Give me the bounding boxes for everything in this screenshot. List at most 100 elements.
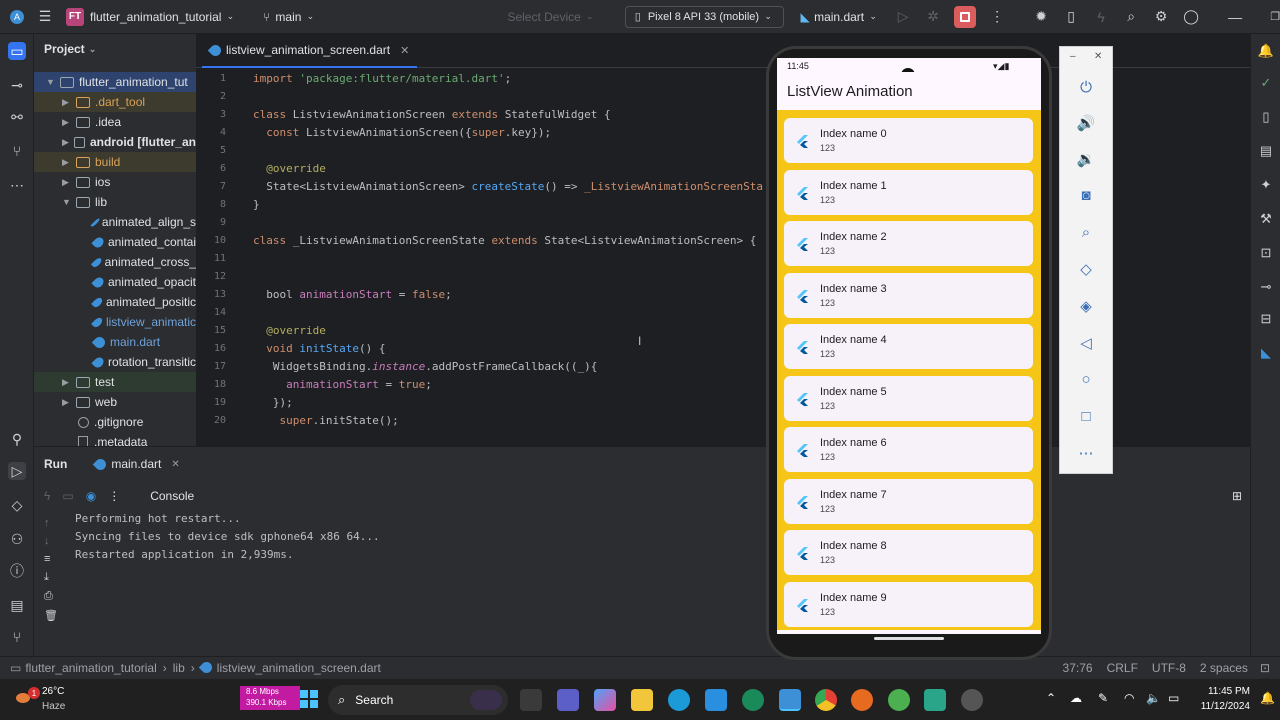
run-config-selector[interactable]: ◣ main.dart ⌄: [790, 0, 888, 34]
tree-item-file[interactable]: animated_align_s: [34, 212, 196, 232]
start-button[interactable]: [300, 690, 318, 708]
commit-icon[interactable]: ⊸: [8, 76, 26, 94]
list-item[interactable]: Index name 6 123: [784, 427, 1033, 472]
tree-item-ios[interactable]: ▶ ios: [34, 172, 196, 192]
tree-item-file[interactable]: animated_positic: [34, 292, 196, 312]
teams-icon[interactable]: [557, 689, 579, 711]
minimize-icon[interactable]: –: [1070, 51, 1076, 62]
version-control-icon[interactable]: ⑂: [8, 628, 26, 646]
debug-button[interactable]: ✲: [918, 0, 948, 34]
list-item[interactable]: Index name 0 123: [784, 118, 1033, 163]
file-encoding[interactable]: UTF-8: [1152, 661, 1186, 675]
volume-icon[interactable]: 🔈: [1146, 691, 1161, 705]
notification-bell-icon[interactable]: 🔔: [1260, 691, 1275, 705]
vscode-icon[interactable]: [705, 689, 727, 711]
structure-icon[interactable]: ⚯: [8, 108, 26, 126]
emulator-screen[interactable]: 11:45 ▾◢▮ ListView Animation Index name …: [777, 58, 1041, 634]
console-tab[interactable]: Console: [150, 489, 194, 503]
volume-down-icon[interactable]: 🔉: [1076, 149, 1096, 169]
volume-up-icon[interactable]: 🔊: [1076, 113, 1096, 133]
project-panel-header[interactable]: Project ⌄: [44, 42, 96, 56]
list-item[interactable]: Index name 1 123: [784, 170, 1033, 215]
line-ending[interactable]: CRLF: [1107, 661, 1138, 675]
settings-button[interactable]: ⚙: [1146, 0, 1176, 34]
tree-item-file[interactable]: listview_animatic: [34, 312, 196, 332]
device-manager-button[interactable]: ▯: [1056, 0, 1086, 34]
sparkle-icon[interactable]: ✦: [1257, 176, 1275, 194]
list-item[interactable]: Index name 7 123: [784, 479, 1033, 524]
layout-icon[interactable]: ⊞: [1232, 489, 1242, 503]
app-logo[interactable]: A: [0, 0, 30, 34]
more-tools-icon[interactable]: ⋯: [8, 176, 26, 194]
main-menu-button[interactable]: ☰: [30, 0, 60, 34]
minimize-button[interactable]: —: [1220, 0, 1250, 34]
breadcrumb-project[interactable]: flutter_animation_tutorial: [25, 661, 156, 675]
link-icon[interactable]: ⊸: [1257, 278, 1275, 296]
rotate-right-icon[interactable]: ◈: [1076, 296, 1096, 316]
tree-item-build[interactable]: ▶ build: [34, 152, 196, 172]
lightning-icon[interactable]: ϟ: [44, 489, 50, 503]
gem-icon[interactable]: ◇: [8, 496, 26, 514]
assistant-icon[interactable]: ▤: [1257, 142, 1275, 160]
editor-tab[interactable]: listview_animation_screen.dart ✕: [202, 34, 418, 68]
close-icon[interactable]: ✕: [400, 44, 409, 57]
run-button[interactable]: ▷: [888, 0, 918, 34]
branch-selector[interactable]: ⑂ main ⌄: [251, 0, 325, 34]
clock[interactable]: 11:45 PM 11/12/2024: [1190, 684, 1250, 714]
logcat-icon[interactable]: ⚇: [8, 530, 26, 548]
lock-icon[interactable]: ⊡: [1260, 661, 1270, 675]
tree-item-file[interactable]: main.dart: [34, 332, 196, 352]
run-tool-icon[interactable]: ▷: [8, 462, 26, 480]
tree-item-test[interactable]: ▶ test: [34, 372, 196, 392]
file-explorer-icon[interactable]: [631, 689, 653, 711]
run-panel-title[interactable]: Run: [44, 457, 67, 471]
upwork-icon[interactable]: [742, 689, 764, 711]
list-item[interactable]: Index name 4 123: [784, 324, 1033, 369]
tree-item-metadata[interactable]: .metadata: [34, 432, 196, 446]
close-icon[interactable]: ✕: [171, 459, 179, 470]
flutter-outline-icon[interactable]: ◣: [1257, 344, 1275, 362]
taskbar-search[interactable]: ⌕ Search: [328, 685, 508, 715]
network-speed-widget[interactable]: 8.6 Mbps 390.1 Kbps: [240, 686, 300, 710]
show-hidden-icons[interactable]: ⌃: [1046, 691, 1056, 705]
rotate-left-icon[interactable]: ◇: [1076, 259, 1096, 279]
list-item[interactable]: Index name 9 123: [784, 582, 1033, 627]
hot-reload-button[interactable]: ϟ: [1086, 0, 1116, 34]
project-selector[interactable]: FT flutter_animation_tutorial ⌄: [60, 0, 245, 34]
pull-requests-icon[interactable]: ⑂: [8, 142, 26, 160]
home-icon[interactable]: ○: [1076, 369, 1096, 389]
list-item[interactable]: Index name 8 123: [784, 530, 1033, 575]
device-selector[interactable]: ▯ Pixel 8 API 33 (mobile) ⌄: [624, 5, 785, 28]
app-icon[interactable]: [961, 689, 983, 711]
run-tab-label[interactable]: main.dart: [111, 457, 161, 471]
gesture-handle[interactable]: [874, 637, 944, 640]
layout-inspector-icon[interactable]: ⊡: [1257, 244, 1275, 262]
weather-icon[interactable]: 1: [14, 687, 40, 709]
breadcrumb-file[interactable]: listview_animation_screen.dart: [217, 661, 381, 675]
wrench-icon[interactable]: ⚒: [1257, 210, 1275, 228]
terminal-icon[interactable]: ▤: [8, 596, 26, 614]
more-horizontal-icon[interactable]: ⋯: [1076, 443, 1096, 463]
console-output[interactable]: Performing hot restart... Syncing files …: [34, 508, 1250, 656]
account-button[interactable]: ◯: [1176, 0, 1206, 34]
select-device-dropdown[interactable]: Select Device ⌄: [501, 0, 604, 34]
cloud-icon[interactable]: ☁: [1070, 691, 1082, 705]
tree-item-dart-tool[interactable]: ▶ .dart_tool: [34, 92, 196, 112]
android-studio-taskbar-icon[interactable]: [779, 689, 801, 711]
project-tool-icon[interactable]: ▭: [8, 42, 26, 60]
copilot-icon[interactable]: [594, 689, 616, 711]
breadcrumb-lib[interactable]: lib: [173, 661, 185, 675]
search-everywhere-button[interactable]: ⌕: [1116, 0, 1146, 34]
firefox-icon[interactable]: [851, 689, 873, 711]
camera-icon[interactable]: ◙: [1076, 185, 1096, 205]
indent-setting[interactable]: 2 spaces: [1200, 661, 1248, 675]
edge-icon[interactable]: [668, 689, 690, 711]
power-icon[interactable]: ⏻: [1076, 77, 1096, 97]
tree-item-gitignore[interactable]: .gitignore: [34, 412, 196, 432]
list-item[interactable]: Index name 5 123: [784, 376, 1033, 421]
tree-item-root[interactable]: ▼ flutter_animation_tut: [34, 72, 196, 92]
stop-button[interactable]: [948, 0, 982, 34]
tree-item-idea[interactable]: ▶ .idea: [34, 112, 196, 132]
devtools-icon[interactable]: ◉: [86, 489, 96, 503]
task-view-icon[interactable]: [520, 689, 542, 711]
